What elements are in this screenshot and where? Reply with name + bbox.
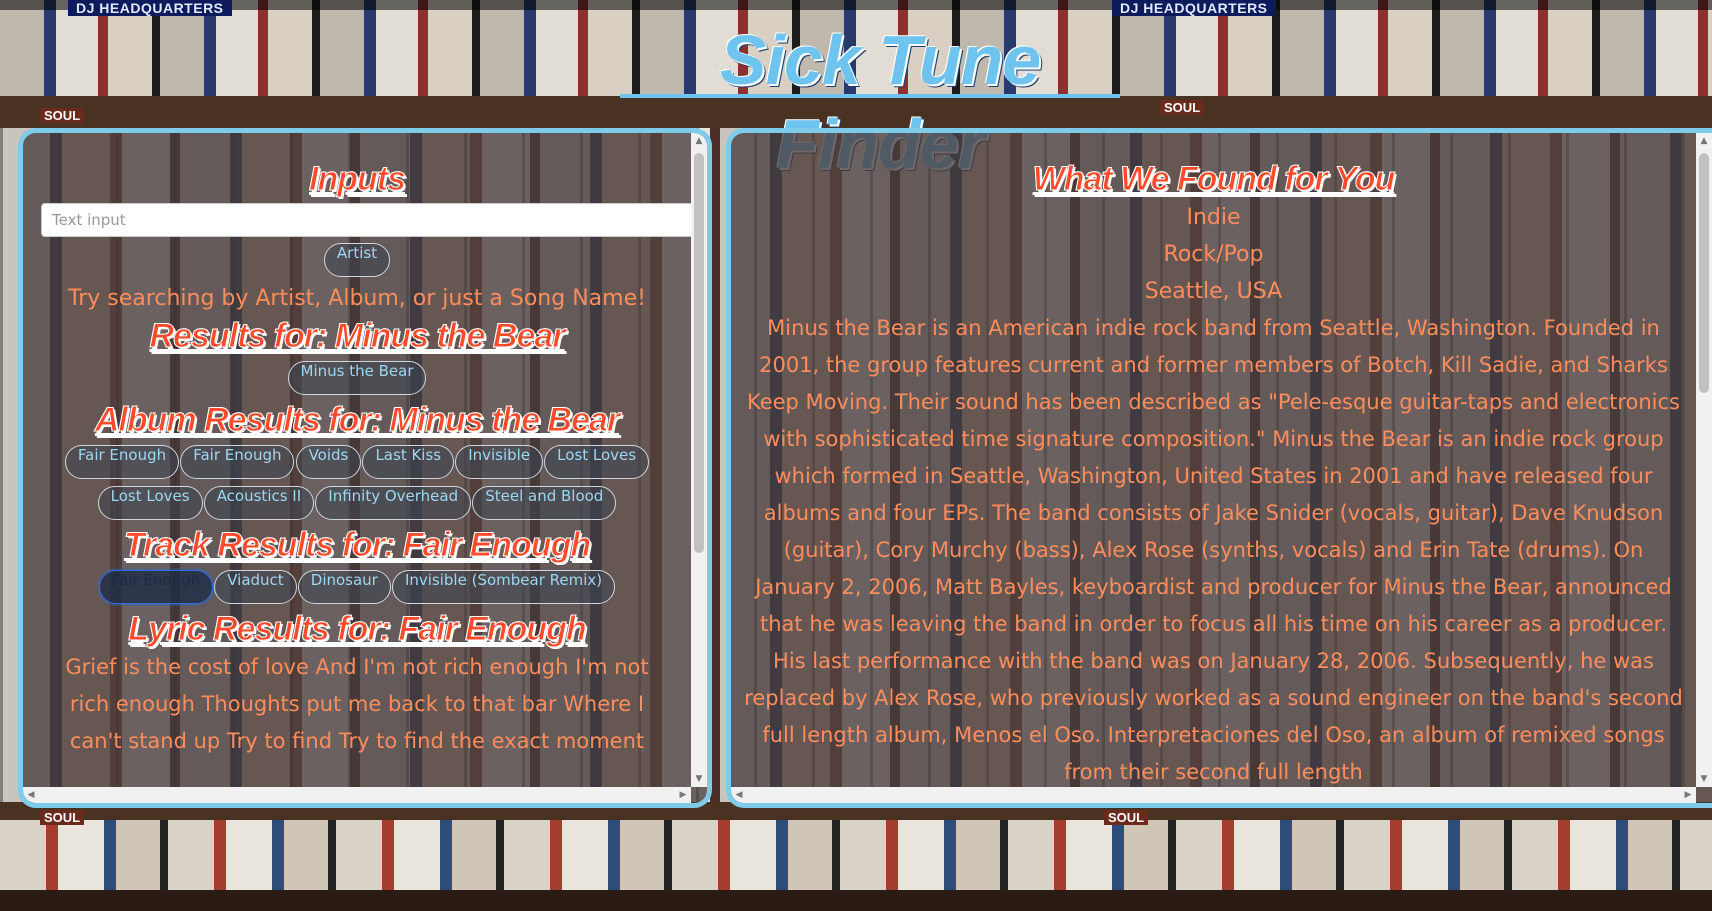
lyric-text: Grief is the cost of love And I'm not ri… (65, 655, 649, 753)
store-sign: DJ HEADQUARTERS (1112, 0, 1276, 16)
track-result-button[interactable]: Viaduct (214, 570, 297, 604)
artist-genre: Indie (1186, 205, 1241, 230)
scroll-left-arrow[interactable]: ◀ (23, 787, 39, 803)
track-results-heading: Track Results for: Fair Enough (123, 526, 591, 565)
scroll-up-arrow[interactable]: ▲ (1696, 133, 1712, 149)
artist-result-button[interactable]: Minus the Bear (287, 361, 427, 395)
title-underline (620, 94, 1120, 98)
album-result-button[interactable]: Lost Loves (97, 486, 203, 520)
album-result-button[interactable]: Voids (295, 445, 362, 479)
site-title: Sick Tune Finder (719, 21, 1041, 183)
horizontal-scrollbar[interactable]: ◀ ▶ (23, 787, 691, 803)
track-result-button[interactable]: Dinosaur (297, 570, 391, 604)
artist-style: Rock/Pop (1163, 242, 1264, 267)
scroll-up-arrow[interactable]: ▲ (691, 133, 707, 149)
search-input[interactable] (41, 203, 691, 237)
shelf-label: SOUL (1160, 100, 1205, 115)
artist-biography: Minus the Bear is an American indie rock… (744, 316, 1683, 784)
shelf-label: SOUL (1104, 810, 1149, 825)
lyric-results-heading: Lyric Results for: Fair Enough (128, 610, 587, 649)
album-result-button[interactable]: Acoustics II (203, 486, 315, 520)
bottom-shelf-background (0, 802, 1712, 911)
search-hint: Try searching by Artist, Album, or just … (68, 286, 646, 311)
horizontal-scrollbar[interactable]: ◀ ▶ (731, 787, 1696, 803)
found-panel: What We Found for You Indie Rock/Pop Sea… (726, 128, 1712, 808)
album-result-button[interactable]: Steel and Blood (472, 486, 617, 520)
album-result-button[interactable]: Infinity Overhead (315, 486, 472, 520)
track-result-button-selected[interactable]: Fair Enough (98, 570, 214, 604)
scroll-right-arrow[interactable]: ▶ (675, 787, 691, 803)
scrollbar-thumb[interactable] (1699, 153, 1709, 393)
scrollbar-thumb[interactable] (694, 153, 704, 553)
scroll-right-arrow[interactable]: ▶ (1680, 787, 1696, 803)
album-result-button[interactable]: Fair Enough (180, 445, 295, 479)
album-result-button[interactable]: Invisible (455, 445, 544, 479)
artist-location: Seattle, USA (1144, 279, 1283, 304)
track-result-button[interactable]: Invisible (Sombear Remix) (391, 570, 616, 604)
inputs-heading: Inputs (309, 160, 407, 199)
inputs-panel: Inputs Artist Try searching by Artist, A… (18, 128, 712, 808)
album-result-button[interactable]: Fair Enough (64, 445, 180, 479)
found-panel-content: What We Found for You Indie Rock/Pop Sea… (731, 133, 1696, 787)
shelf-label: SOUL (40, 810, 85, 825)
store-sign: DJ HEADQUARTERS (68, 0, 232, 16)
search-mode-button[interactable]: Artist (323, 243, 391, 277)
album-result-button[interactable]: Lost Loves (544, 445, 650, 479)
scroll-left-arrow[interactable]: ◀ (731, 787, 747, 803)
vertical-scrollbar[interactable]: ▲ ▼ (691, 133, 707, 787)
shelf-label: SOUL (40, 108, 85, 123)
scroll-down-arrow[interactable]: ▼ (1696, 771, 1712, 787)
album-result-button[interactable]: Last Kiss (362, 445, 455, 479)
inputs-panel-content: Inputs Artist Try searching by Artist, A… (23, 133, 691, 787)
vertical-scrollbar[interactable]: ▲ ▼ (1696, 133, 1712, 787)
album-results-heading: Album Results for: Minus the Bear (94, 401, 620, 440)
scroll-down-arrow[interactable]: ▼ (691, 771, 707, 787)
found-heading: What We Found for You (1032, 160, 1396, 199)
artist-results-heading: Results for: Minus the Bear (149, 317, 566, 356)
